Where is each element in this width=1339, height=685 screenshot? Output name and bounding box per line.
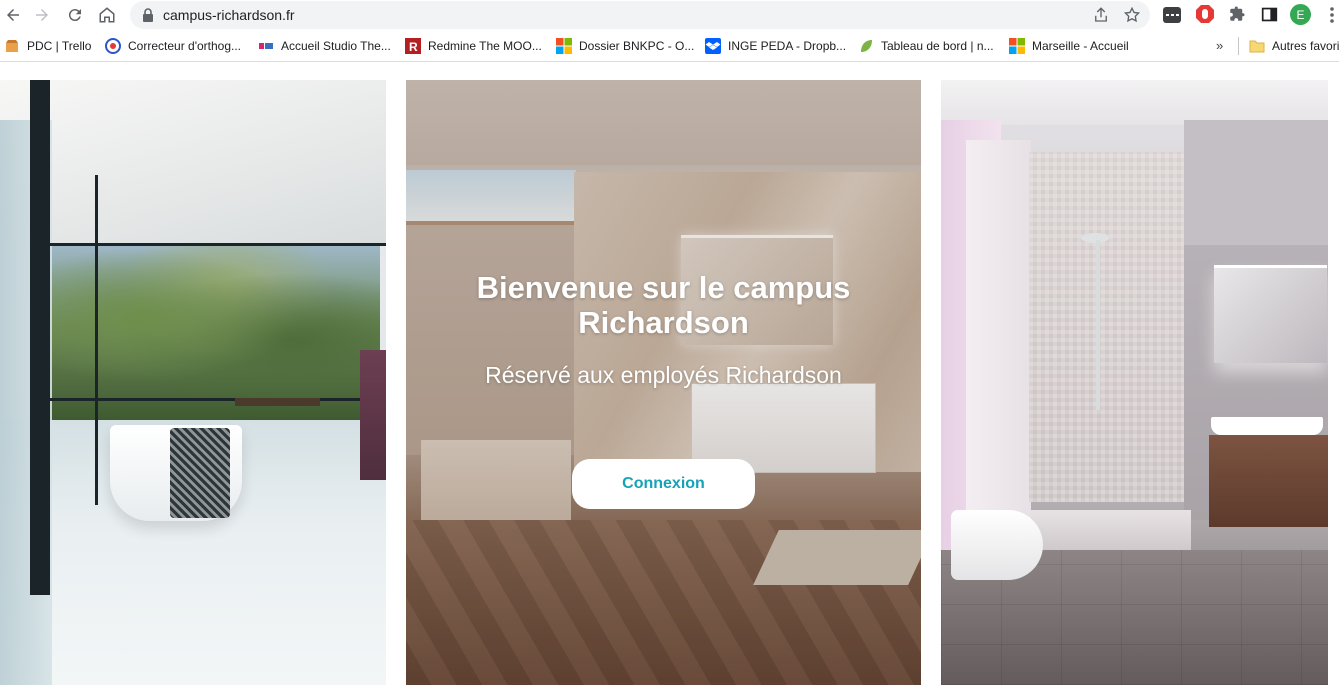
microsoft-icon	[556, 38, 572, 54]
extension-menu-icon[interactable]	[1163, 7, 1181, 23]
edx-icon	[258, 38, 274, 54]
address-bar[interactable]: campus-richardson.fr	[130, 1, 1150, 29]
ceiling	[941, 80, 1328, 125]
bookmarks-bar: PDC | Trello Correcteur d'orthog... Accu…	[0, 30, 1339, 62]
dropbox-icon	[705, 38, 721, 54]
back-arrow-icon[interactable]	[1, 3, 25, 27]
toilet	[951, 510, 1043, 580]
bookmark-star-icon[interactable]	[1123, 6, 1141, 24]
towel	[170, 428, 230, 518]
bookmark-item[interactable]: Marseille - Accueil	[1009, 38, 1129, 54]
window-mullion	[95, 175, 98, 505]
other-bookmarks-folder[interactable]: Autres favori	[1249, 38, 1339, 54]
side-cabinet	[360, 350, 386, 480]
folder-icon	[1249, 38, 1265, 54]
bookmark-label: PDC | Trello	[27, 39, 92, 53]
ceiling	[0, 80, 386, 245]
bookmark-item[interactable]: Correcteur d'orthog...	[105, 38, 241, 54]
bookmark-item[interactable]: Dossier BNKPC - O...	[556, 38, 694, 54]
window-mullion	[30, 80, 50, 595]
login-button[interactable]: Connexion	[572, 459, 755, 509]
wall	[1184, 120, 1328, 245]
bookmark-item[interactable]: Tableau de bord | n...	[858, 38, 994, 54]
more-menu-icon[interactable]	[1327, 5, 1337, 25]
window-mullion	[40, 243, 386, 246]
bookmark-item[interactable]: Accueil Studio The...	[258, 38, 391, 54]
profile-avatar[interactable]: E	[1290, 4, 1311, 25]
spellcheck-icon	[105, 38, 121, 54]
bookmark-item[interactable]: R Redmine The MOO...	[405, 38, 542, 54]
bench	[235, 398, 320, 406]
mirror-cabinet	[1214, 265, 1327, 363]
microsoft-icon	[1009, 38, 1025, 54]
bathroom-image-left	[0, 80, 386, 685]
bookmark-item[interactable]: INGE PEDA - Dropb...	[705, 38, 846, 54]
browser-toolbar: campus-richardson.fr E	[0, 0, 1339, 30]
svg-text:R: R	[409, 40, 418, 54]
bookmark-label: INGE PEDA - Dropb...	[728, 39, 847, 53]
bookmark-label: Marseille - Accueil	[1032, 39, 1129, 53]
redmine-icon: R	[405, 38, 421, 54]
bathroom-image-right	[941, 80, 1328, 685]
lock-icon	[143, 8, 153, 22]
garden-view	[40, 245, 380, 420]
bookmarks-separator	[1238, 37, 1239, 55]
hero-title: Bienvenue sur le campus Richardson	[476, 270, 851, 340]
washbasin	[1211, 417, 1323, 435]
trello-icon	[4, 38, 20, 54]
bookmark-label: Correcteur d'orthog...	[128, 39, 242, 53]
mosaic-shower-wall	[1029, 152, 1184, 502]
hero-subtitle: Réservé aux employés Richardson	[485, 362, 842, 388]
side-panel-icon[interactable]	[1259, 4, 1279, 24]
extensions-puzzle-icon[interactable]	[1227, 4, 1247, 24]
shower-pipe	[1096, 240, 1100, 410]
leaf-icon	[858, 38, 874, 54]
reload-icon[interactable]	[63, 3, 87, 27]
url-text[interactable]: campus-richardson.fr	[163, 7, 295, 23]
bookmark-label: Dossier BNKPC - O...	[579, 39, 695, 53]
bookmark-label: Redmine The MOO...	[428, 39, 542, 53]
more-bookmarks-chevron[interactable]: »	[1216, 38, 1223, 53]
bookmark-item[interactable]: PDC | Trello	[4, 38, 91, 54]
bookmark-label: Accueil Studio The...	[281, 39, 391, 53]
forward-arrow-icon[interactable]	[30, 3, 54, 27]
home-icon[interactable]	[95, 3, 119, 27]
bookmark-label: Tableau de bord | n...	[881, 39, 994, 53]
vanity-unit	[1209, 435, 1328, 527]
share-icon[interactable]	[1092, 6, 1110, 24]
adblock-icon[interactable]	[1195, 4, 1215, 24]
other-bookmarks-label: Autres favori	[1272, 39, 1339, 53]
shower-head	[1081, 233, 1109, 243]
